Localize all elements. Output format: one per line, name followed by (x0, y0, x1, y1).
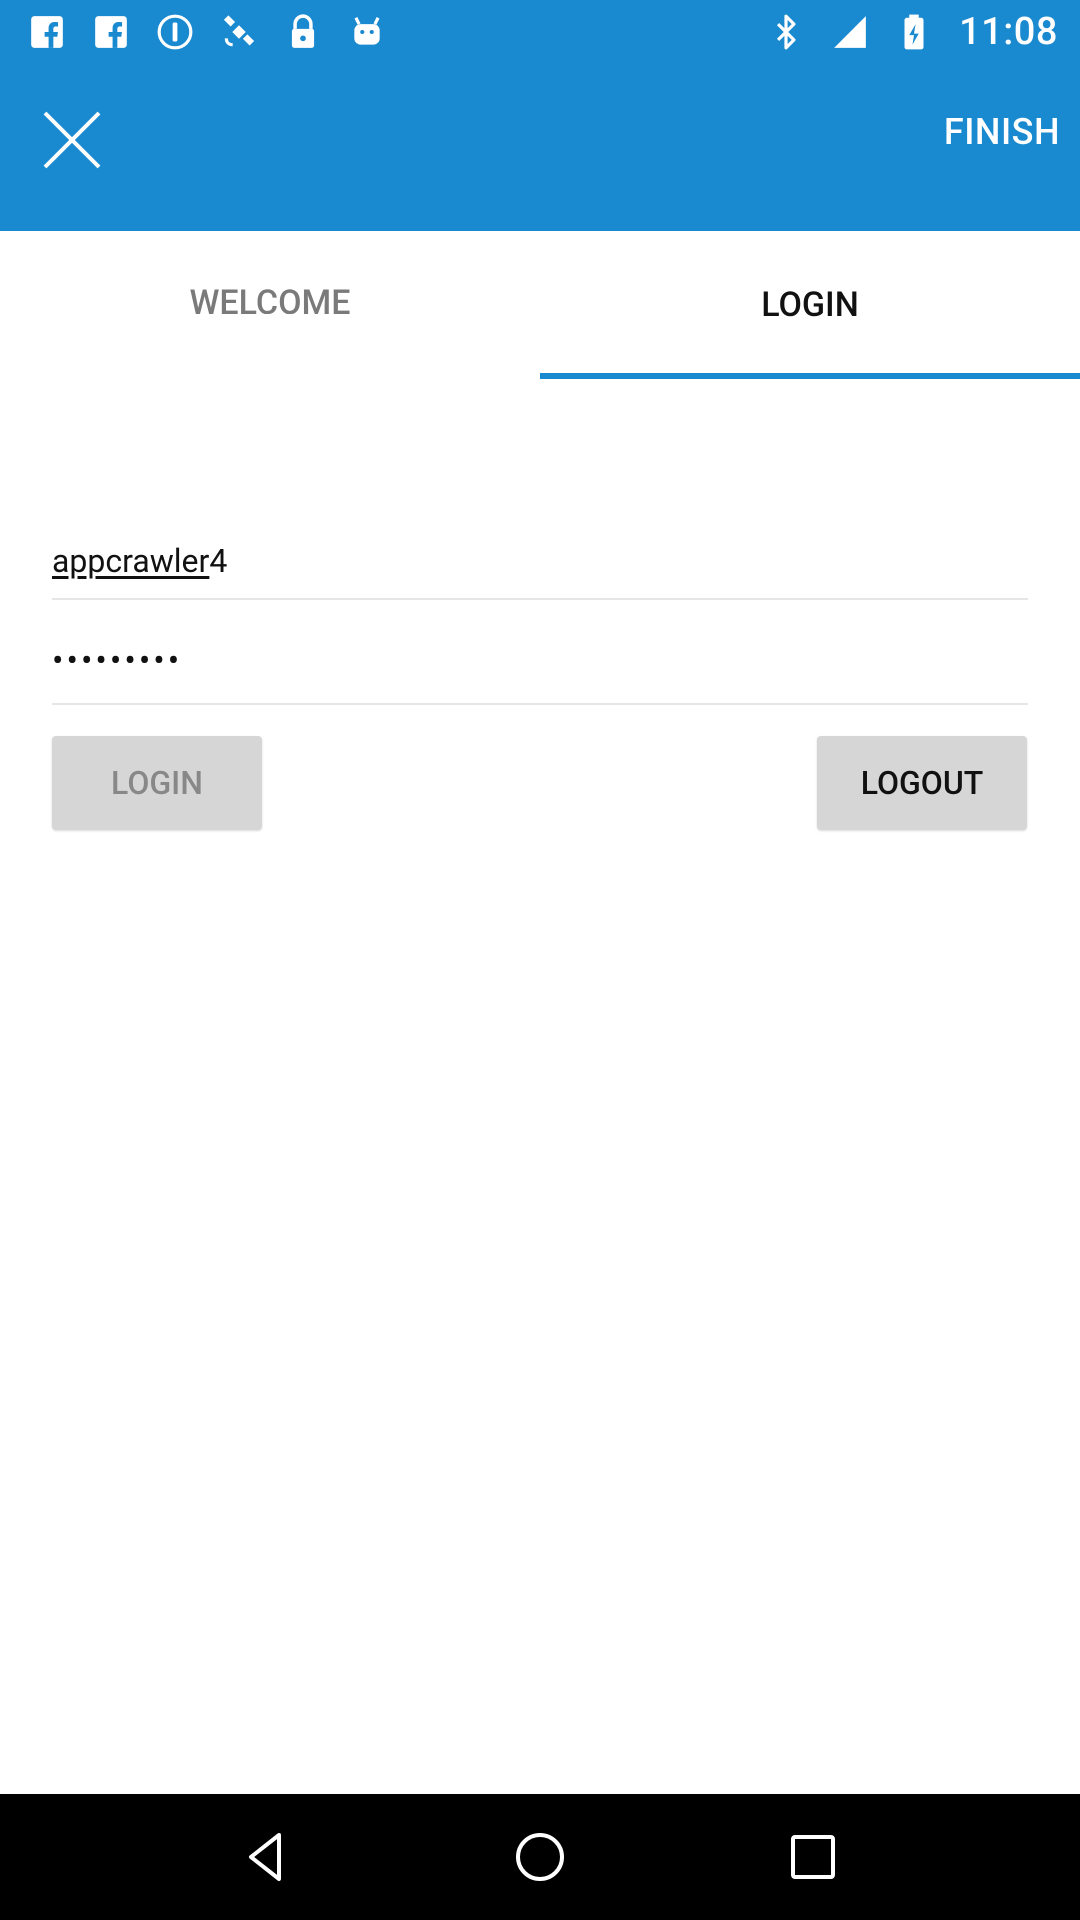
username-field[interactable]: appcrawler4 (52, 530, 1028, 600)
finish-button[interactable]: FINISH (944, 111, 1060, 153)
recents-icon[interactable] (783, 1827, 843, 1887)
home-icon[interactable] (510, 1827, 570, 1887)
tab-welcome[interactable]: WELCOME (0, 231, 540, 379)
status-bar: 11:08 (0, 0, 1080, 63)
logout-button[interactable]: LOGOUT (817, 736, 1027, 830)
battery-icon (895, 13, 933, 51)
facebook-icon (28, 13, 66, 51)
tab-bar: WELCOME LOGIN (0, 231, 1080, 379)
navigation-bar (0, 1794, 1080, 1920)
tab-welcome-label: WELCOME (189, 283, 351, 314)
login-button[interactable]: LOGIN (52, 736, 262, 830)
android-icon (348, 13, 386, 51)
facebook-icon (92, 13, 130, 51)
back-icon[interactable] (237, 1827, 297, 1887)
username-value: appcrawler4 (52, 542, 227, 580)
status-left-icons (28, 13, 386, 51)
password-field[interactable]: ••••••••• (52, 635, 1028, 705)
username-underlined-part: appcrawler (52, 542, 210, 580)
signal-strength-icon (831, 13, 869, 51)
tab-login[interactable]: LOGIN (540, 231, 1080, 379)
status-time: 11:08 (959, 9, 1058, 54)
tab-login-label: LOGIN (761, 285, 859, 325)
bluetooth-icon (767, 13, 805, 51)
lock-icon (284, 13, 322, 51)
info-icon (156, 13, 194, 51)
username-rest-part: 4 (209, 542, 228, 580)
app-bar: FINISH (0, 63, 1080, 231)
password-value: ••••••••• (52, 641, 183, 681)
status-right-icons: 11:08 (767, 10, 1058, 54)
satellite-icon (220, 13, 258, 51)
close-icon[interactable] (35, 103, 109, 177)
